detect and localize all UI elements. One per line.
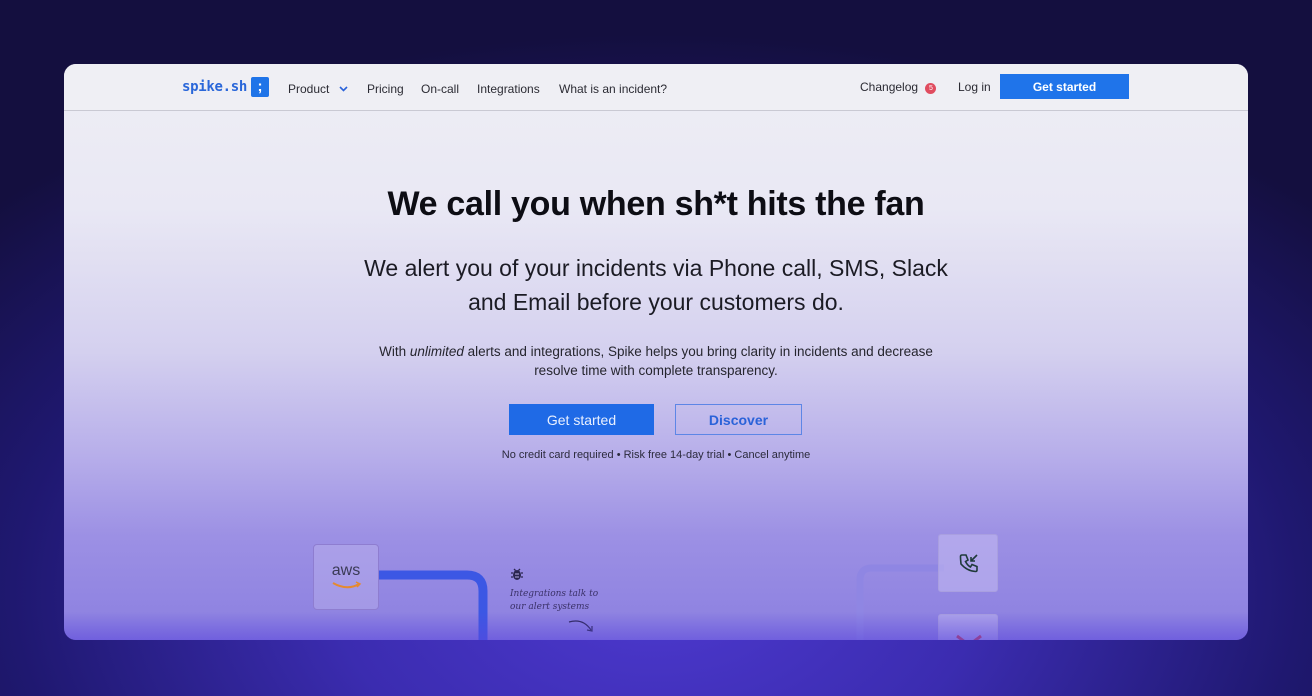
changelog-count-badge: 5	[925, 83, 937, 94]
gmail-icon	[956, 634, 982, 640]
spike-logo[interactable]: spike.sh ;	[182, 77, 270, 97]
changelog-label: Changelog	[860, 80, 919, 94]
hero-subtitle: We alert you of your incidents via Phone…	[334, 251, 978, 319]
browser-window: spike.sh ; Product Pricing On-call Integ…	[64, 64, 1248, 640]
hero-description-line-1: With unlimited alerts and integrations, …	[334, 342, 978, 361]
nav-item-integrations[interactable]: Integrations	[477, 82, 540, 96]
nav-item-pricing[interactable]: Pricing	[367, 82, 404, 96]
bug-icon	[511, 568, 523, 580]
nav-item-on-call[interactable]: On-call	[421, 82, 459, 96]
nav-get-started-button[interactable]: Get started	[1000, 74, 1129, 99]
login-link[interactable]: Log in	[958, 80, 991, 94]
email-card	[938, 614, 998, 640]
trial-fine-print: No credit card required • Risk free 14-d…	[501, 449, 811, 461]
body-text-rest: alerts and integrations, Spike helps you…	[463, 344, 933, 359]
hero-get-started-button[interactable]: Get started	[509, 404, 654, 435]
hero-subtitle-line-1: We alert you of your incidents via Phone…	[364, 255, 948, 281]
hero-title: We call you when sh*t hits the fan	[387, 185, 925, 223]
hero-discover-button[interactable]: Discover	[675, 404, 802, 435]
aws-integration-card: aws	[313, 544, 379, 610]
integration-note-line-2: our alert systems	[510, 602, 590, 612]
phone-call-card	[938, 534, 998, 592]
phone-incoming-icon	[959, 554, 978, 573]
integration-note-line-1: Integrations talk to	[510, 589, 599, 599]
hero-description: With unlimited alerts and integrations, …	[334, 342, 978, 380]
nav-item-changelog[interactable]: Changelog 5	[860, 80, 937, 94]
top-navbar: spike.sh ; Product Pricing On-call Integ…	[64, 64, 1248, 111]
body-emphasis: unlimited	[409, 344, 464, 359]
logo-text: spike.sh	[182, 79, 248, 95]
aws-smile-icon	[332, 581, 362, 589]
aws-logo-text: aws	[331, 562, 361, 579]
hero-description-line-2: resolve time with complete transparency.	[534, 363, 778, 378]
curved-arrow-icon	[568, 620, 593, 632]
integration-pipe-right	[856, 564, 944, 640]
integration-pipe-left	[379, 570, 488, 640]
chevron-down-icon	[339, 86, 348, 92]
nav-item-product[interactable]: Product	[288, 82, 348, 96]
hero-subtitle-line-2: and Email before your customers do.	[468, 289, 844, 315]
logo-mark-icon: ;	[251, 77, 270, 97]
body-text-start: With	[379, 344, 410, 359]
integration-note: Integrations talk to our alert systems	[510, 588, 598, 614]
nav-item-product-label: Product	[288, 82, 330, 96]
nav-item-what-is-an-incident[interactable]: What is an incident?	[559, 82, 667, 96]
